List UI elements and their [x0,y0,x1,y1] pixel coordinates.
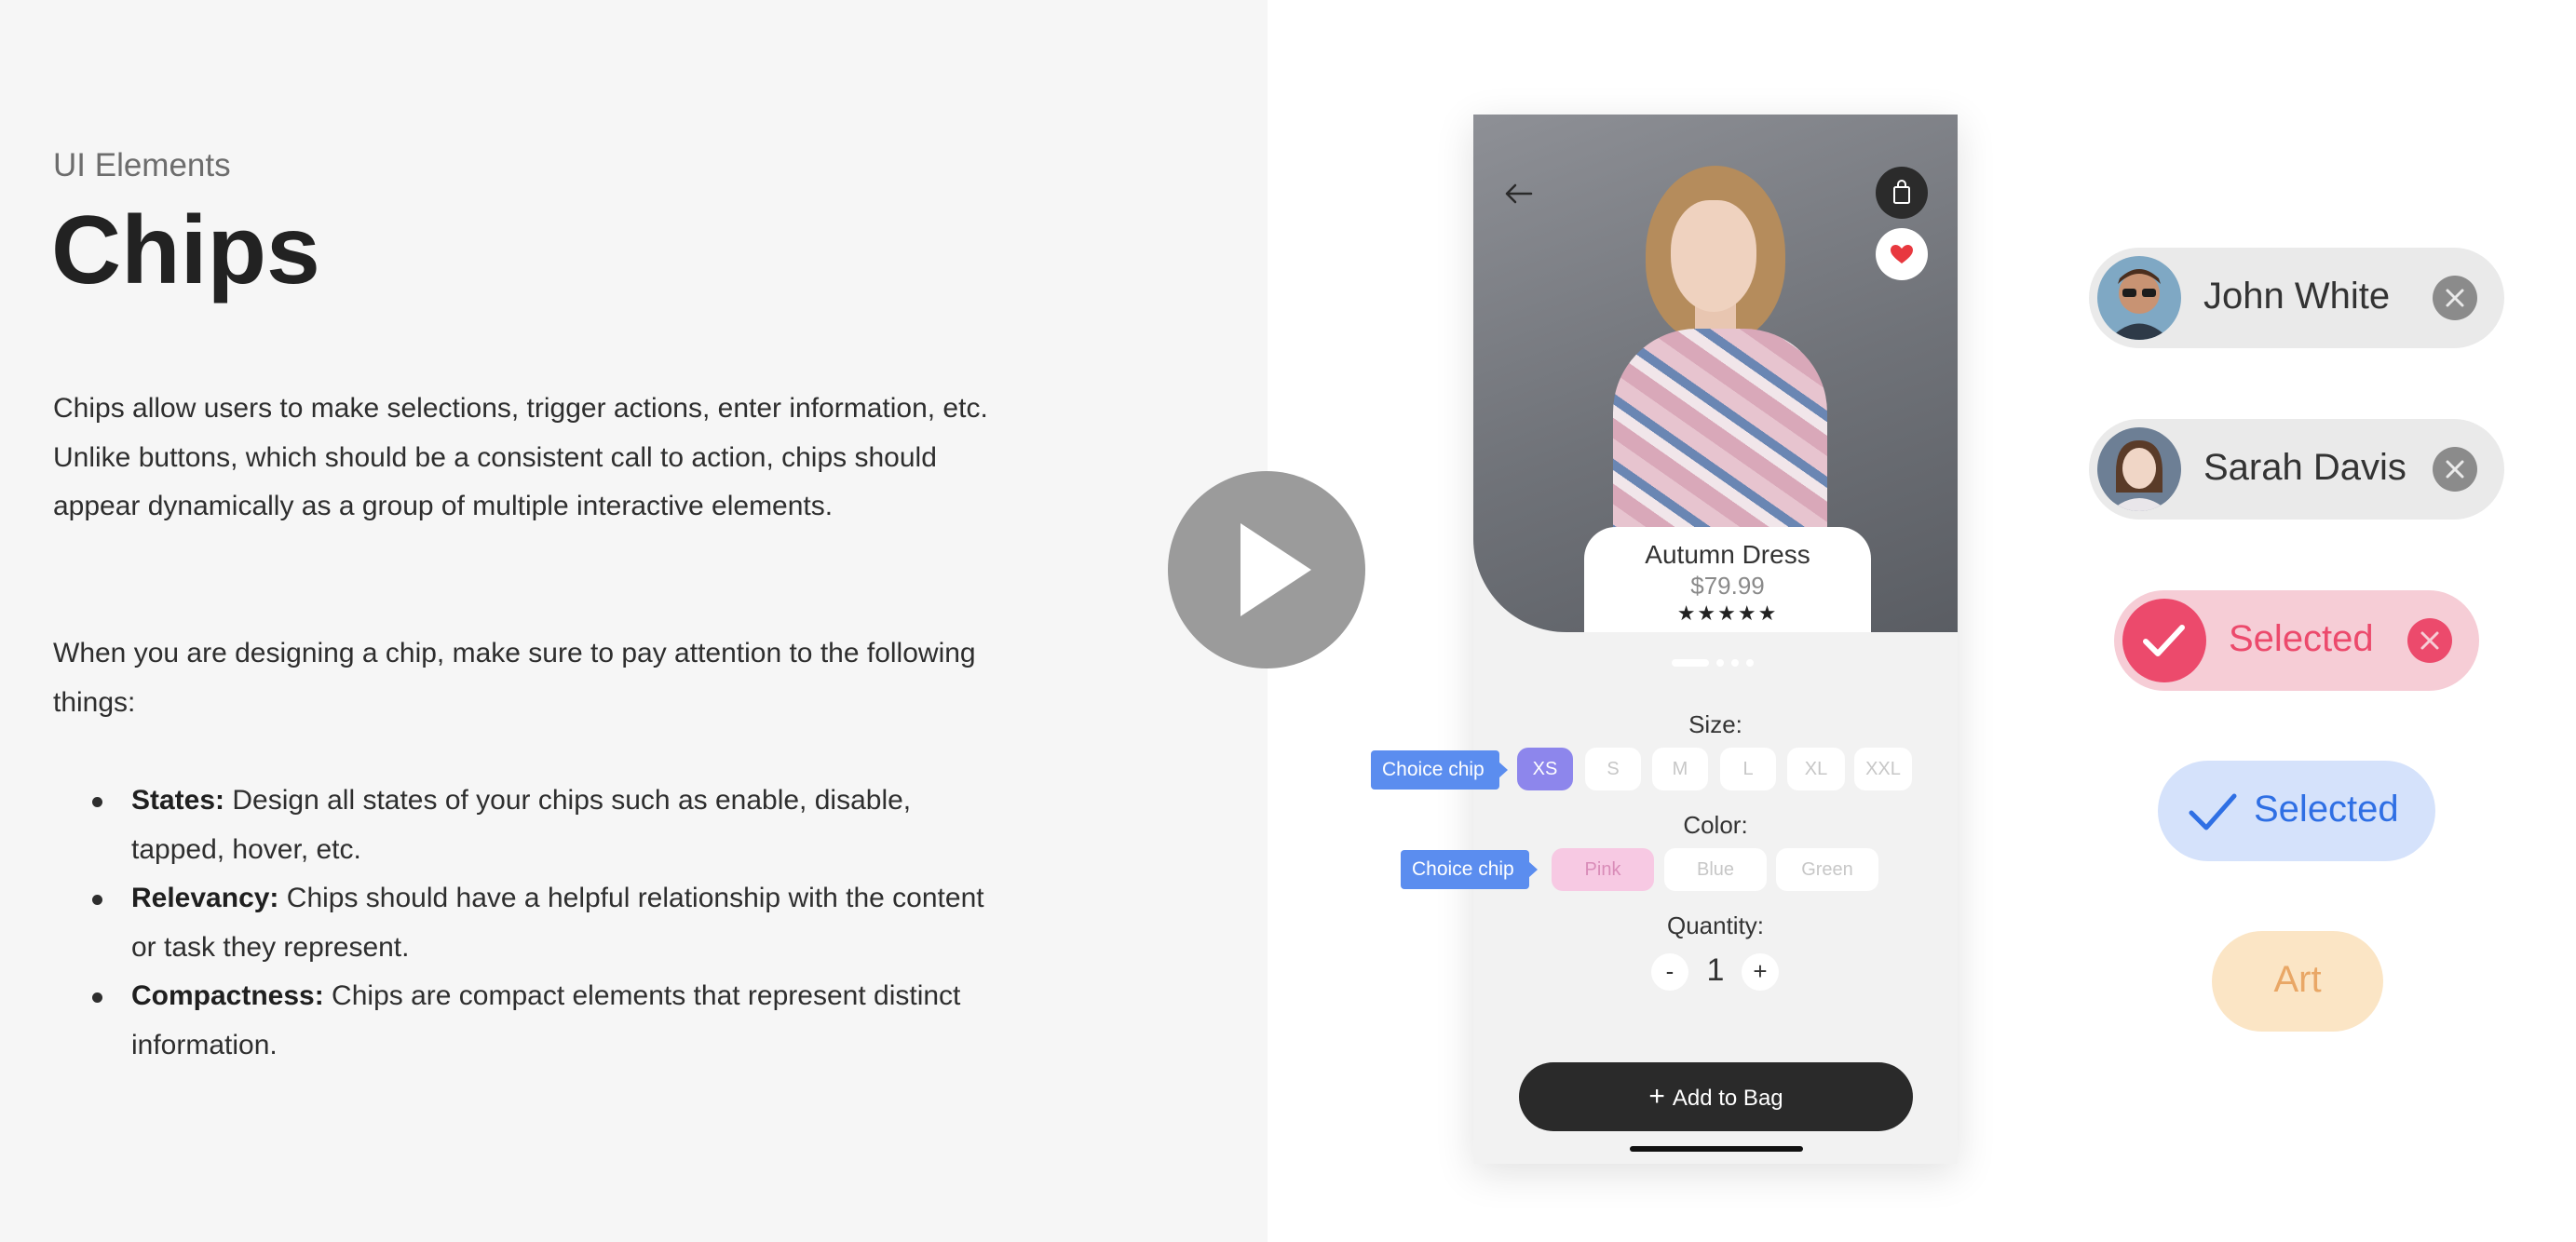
bullet-icon [92,992,102,1004]
size-chip-group: XS S M L XL XXL [1473,748,1958,790]
color-chip-green[interactable]: Green [1776,848,1878,891]
check-icon [2122,599,2206,682]
page-title: Chips [51,196,320,304]
product-card[interactable]: Autumn Dress $79.99 ★★★★★ [1584,527,1871,632]
choice-chip-selected[interactable]: Selected [2158,761,2435,861]
pager-dot[interactable] [1731,658,1739,667]
arrow-left-icon[interactable] [1499,175,1537,212]
close-icon[interactable] [2407,618,2452,663]
avatar [2097,256,2181,340]
size-chip-xs[interactable]: XS [1517,748,1573,790]
quantity-value: 1 [1706,952,1725,988]
color-chip-pink[interactable]: Pink [1552,848,1654,891]
add-to-bag-button[interactable]: + Add to Bag [1519,1062,1913,1131]
chip-label: Selected [2229,618,2374,659]
quantity-decrease-button[interactable]: - [1651,953,1688,991]
guideline-list: States: Design all states of your chips … [53,776,994,1071]
pager-dot[interactable] [1716,658,1724,667]
input-chip-john-white[interactable]: John White [2089,248,2504,348]
list-item-text: Design all states of your chips such as … [131,785,912,865]
shopping-bag-icon [1893,180,1910,204]
choice-chip-tooltip-color: Choice chip [1401,850,1538,889]
choice-chip-tooltip-size: Choice chip [1371,750,1508,790]
chip-label: Selected [2254,789,2399,830]
avatar [2097,427,2181,511]
chip-label: John White [2203,276,2391,317]
product-name: Autumn Dress [1645,540,1810,569]
favorite-button[interactable] [1876,228,1928,280]
close-icon[interactable] [2433,276,2477,320]
product-price: $79.99 [1690,572,1765,600]
list-item-term: Compactness: [131,980,324,1012]
quantity-increase-button[interactable]: + [1742,953,1779,991]
eyebrow-label: UI Elements [53,147,231,183]
play-button[interactable] [1168,471,1365,668]
filter-chip-selected[interactable]: Selected [2114,590,2479,691]
home-indicator[interactable] [1630,1146,1803,1152]
color-chip-blue[interactable]: Blue [1664,848,1767,891]
list-item-term: States: [131,785,225,816]
intro-paragraph: Chips allow users to make selections, tr… [53,393,988,522]
check-icon [2186,785,2240,839]
product-hero-image: Autumn Dress $79.99 ★★★★★ [1473,115,1958,632]
bullet-icon [92,797,102,807]
size-chip-xxl[interactable]: XXL [1854,748,1912,790]
phone-mockup: Autumn Dress $79.99 ★★★★★ Size: XS S M L… [1473,115,1958,1164]
play-icon [1241,523,1311,616]
left-panel: UI Elements Chips Chips allow users to m… [0,0,1268,1242]
size-chip-xl[interactable]: XL [1787,748,1845,790]
list-item: Relevancy: Chips should have a helpful r… [53,874,994,972]
bullet-icon [92,895,102,906]
size-chip-l[interactable]: L [1720,748,1776,790]
plus-icon: + [1648,1081,1665,1112]
product-rating-stars: ★★★★★ [1676,601,1779,625]
size-label: Size: [1688,710,1742,738]
guidance-paragraph: When you are designing a chip, make sure… [53,638,976,718]
suggestion-chip-art[interactable]: Art [2212,931,2383,1032]
list-item: States: Design all states of your chips … [53,776,994,874]
list-item: Compactness: Chips are compact elements … [53,972,994,1070]
heart-icon [1891,245,1913,263]
close-icon[interactable] [2433,447,2477,492]
quantity-label: Quantity: [1666,911,1765,939]
pager-dot[interactable] [1746,658,1754,667]
chip-label: Sarah Davis [2203,447,2407,488]
color-label: Color: [1683,811,1748,839]
list-item-term: Relevancy: [131,883,279,914]
model-face [1671,200,1756,312]
image-pager [1672,655,1761,667]
chip-label: Art [2273,959,2322,1000]
color-chip-group: Pink Blue Green [1473,848,1958,891]
input-chip-sarah-davis[interactable]: Sarah Davis [2089,419,2504,520]
shopping-bag-button[interactable] [1876,167,1928,219]
size-chip-m[interactable]: M [1652,748,1708,790]
add-to-bag-label: Add to Bag [1672,1086,1783,1111]
pager-dot-active[interactable] [1672,658,1709,667]
size-chip-s[interactable]: S [1585,748,1641,790]
